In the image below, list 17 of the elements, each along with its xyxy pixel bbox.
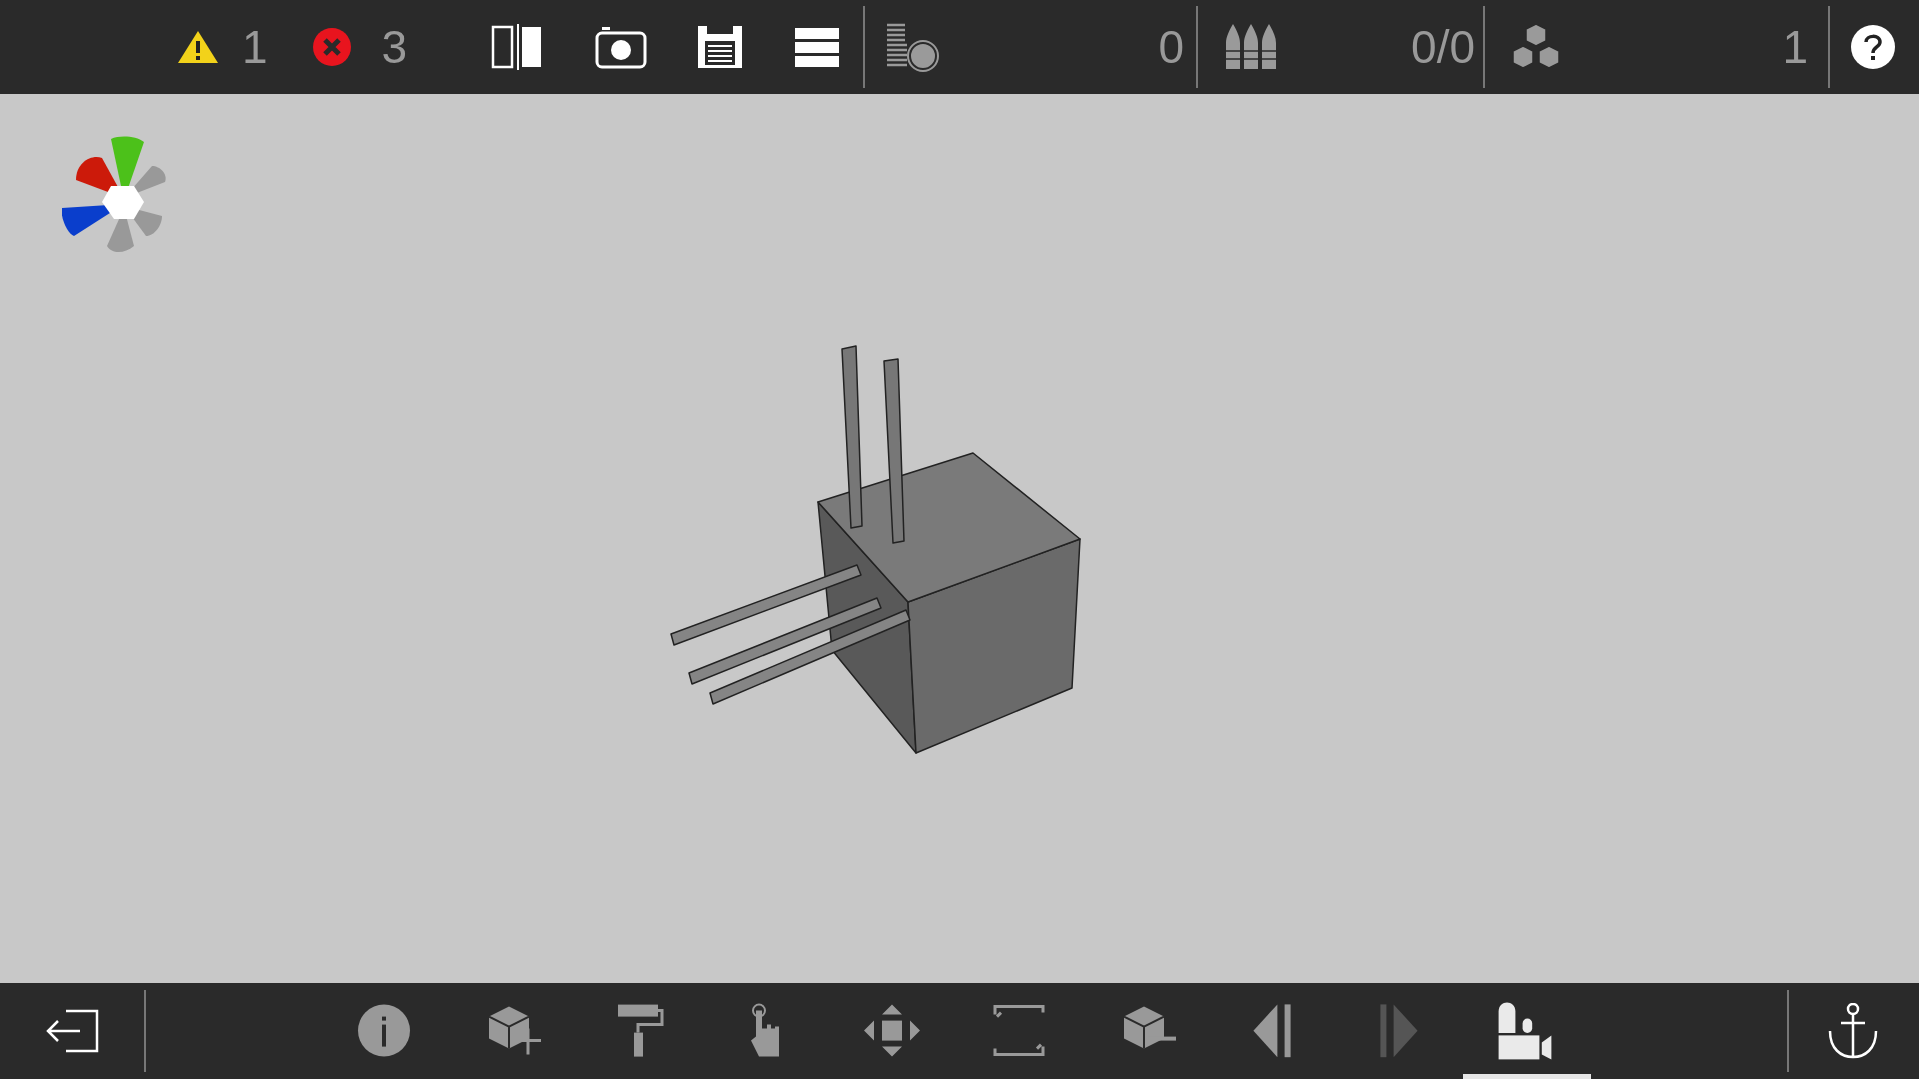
split-view-icon[interactable] — [491, 23, 544, 71]
warning-icon[interactable] — [176, 29, 220, 65]
part-count: 1 — [1782, 24, 1808, 70]
anchor-icon[interactable] — [1827, 1003, 1879, 1059]
help-icon[interactable] — [1850, 24, 1896, 70]
layer-count: 0 — [1158, 24, 1185, 70]
warning-count: 1 — [242, 24, 268, 70]
save-icon[interactable] — [697, 25, 744, 69]
layers-icon[interactable] — [885, 22, 940, 72]
list-icon[interactable] — [795, 27, 840, 67]
exit-icon[interactable] — [44, 1008, 100, 1054]
support-count: 0/0 — [1411, 24, 1476, 70]
cube-model-drawing[interactable] — [670, 345, 1081, 754]
bullets-icon[interactable] — [1225, 23, 1278, 71]
camera-icon[interactable] — [595, 25, 648, 69]
error-icon[interactable] — [311, 27, 352, 67]
error-count: 3 — [381, 24, 408, 70]
